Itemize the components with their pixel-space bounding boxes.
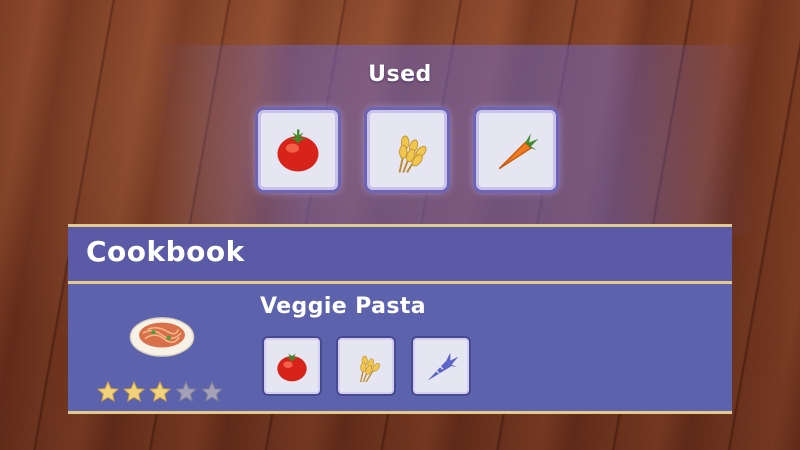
tomato-icon	[277, 353, 307, 382]
star-filled-icon	[148, 380, 172, 403]
wheat-icon	[398, 135, 427, 173]
used-slot-carrot[interactable]	[476, 110, 556, 190]
cookbook-panel: Cookbook Veggie Pasta	[68, 224, 732, 414]
star-filled-icon	[122, 380, 146, 403]
tomato-icon	[277, 129, 319, 172]
used-slot-wheat[interactable]	[367, 110, 447, 190]
carrot-icon	[498, 133, 539, 170]
veggie-pasta-icon	[129, 317, 195, 357]
ingredient-slot-wheat[interactable]	[338, 338, 394, 394]
star-filled-icon	[96, 380, 120, 403]
recipe-entry[interactable]: Veggie Pasta	[68, 284, 732, 411]
wheat-icon	[360, 355, 380, 383]
carrot-silhouette-icon	[427, 352, 459, 381]
cookbook-title: Cookbook	[86, 235, 245, 268]
ingredient-slot-tomato[interactable]	[264, 338, 320, 394]
star-empty-icon	[200, 380, 224, 403]
recipe-name: Veggie Pasta	[260, 294, 426, 319]
used-slot-tomato[interactable]	[258, 110, 338, 190]
cookbook-header: Cookbook	[68, 227, 732, 284]
ingredient-slot-carrot-silhouette[interactable]	[413, 338, 469, 394]
star-empty-icon	[174, 380, 198, 403]
used-title: Used	[368, 62, 432, 87]
rating-stars	[96, 380, 224, 404]
